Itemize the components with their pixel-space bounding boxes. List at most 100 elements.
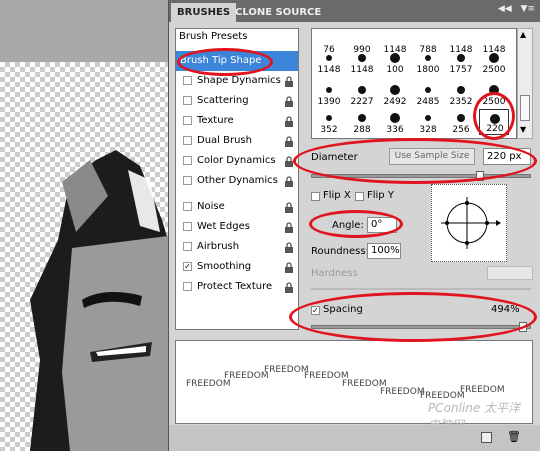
brush-tip[interactable]: 288 xyxy=(347,109,377,135)
option-checkbox[interactable] xyxy=(183,116,192,125)
brush-tip-size: 220 xyxy=(486,124,504,134)
delete-brush-icon[interactable]: 🗑 xyxy=(507,430,521,443)
brush-tip[interactable]: 1148 xyxy=(347,49,377,75)
lock-icon[interactable] xyxy=(284,135,294,147)
panel-menu-controls: ◀◀ ▼≡ xyxy=(498,4,535,14)
roundness-field[interactable]: 100% xyxy=(367,243,401,259)
brush-tip-icon xyxy=(422,84,434,96)
lock-icon[interactable] xyxy=(284,221,294,233)
brush-tip[interactable]: 2352 xyxy=(446,81,476,107)
sidebar-item-label: Shape Dynamics xyxy=(197,75,281,86)
brush-tip[interactable]: 256 xyxy=(446,109,476,135)
sidebar-item-texture[interactable]: Texture xyxy=(176,111,298,131)
new-brush-icon[interactable] xyxy=(481,432,492,443)
brush-tip-icon xyxy=(455,84,467,96)
brush-tip-grid: 76 990 1148 788 1148 1148 1148 1148 100 1800 1757 2… xyxy=(311,28,517,139)
sidebar-item-smoothing[interactable]: ✓ Smoothing xyxy=(176,257,298,277)
sidebar-item-protect-texture[interactable]: Protect Texture xyxy=(176,277,298,297)
lock-icon[interactable] xyxy=(284,281,294,293)
brush-tip-icon xyxy=(389,112,401,124)
lock-icon[interactable] xyxy=(284,155,294,167)
scroll-up-arrow-icon[interactable]: ▲ xyxy=(520,30,526,39)
option-checkbox[interactable] xyxy=(183,242,192,251)
flip-x-label: Flip X xyxy=(323,190,351,201)
sidebar-item-color-dynamics[interactable]: Color Dynamics xyxy=(176,151,298,171)
sidebar-item-label: Brush Tip Shape xyxy=(180,55,262,66)
sidebar-item-airbrush[interactable]: Airbrush xyxy=(176,237,298,257)
option-checkbox[interactable] xyxy=(183,202,192,211)
brush-tip[interactable]: 2492 xyxy=(380,81,410,107)
option-checkbox[interactable] xyxy=(183,136,192,145)
use-sample-size-button[interactable]: Use Sample Size xyxy=(389,148,475,165)
preview-stroke-word: FREEDOM xyxy=(224,371,269,381)
brush-tip[interactable]: 1390 xyxy=(314,81,344,107)
sidebar-item-wet-edges[interactable]: Wet Edges xyxy=(176,217,298,237)
flip-y-checkbox[interactable] xyxy=(355,192,364,201)
brush-tip-size: 328 xyxy=(419,125,437,135)
option-checkbox[interactable] xyxy=(183,282,192,291)
stroke-preview: FREEDOM FREEDOM FREEDOM FREEDOM FREEDOM … xyxy=(175,340,533,432)
roundness-label: Roundness: xyxy=(311,246,369,257)
option-checkbox[interactable] xyxy=(183,76,192,85)
lock-icon[interactable] xyxy=(284,261,294,273)
sidebar-item-brush-presets[interactable]: Brush Presets xyxy=(179,31,247,42)
brush-tip-scrollbar[interactable]: ▲ ▼ xyxy=(517,28,533,139)
flip-x-checkbox[interactable] xyxy=(311,192,320,201)
brush-tip-icon xyxy=(323,112,335,124)
lock-icon[interactable] xyxy=(284,75,294,87)
brush-tip[interactable]: 2227 xyxy=(347,81,377,107)
sidebar-item-label: Protect Texture xyxy=(197,281,273,292)
diameter-slider-thumb[interactable] xyxy=(476,171,485,181)
lock-icon[interactable] xyxy=(284,241,294,253)
sidebar-item-label: Color Dynamics xyxy=(197,155,276,166)
spacing-slider-thumb[interactable] xyxy=(518,322,527,332)
brush-tip[interactable]: 2500 xyxy=(479,49,509,75)
option-checkbox[interactable] xyxy=(183,222,192,231)
brush-tip[interactable]: 1800 xyxy=(413,49,443,75)
spacing-label: Spacing xyxy=(323,304,363,315)
option-checkbox[interactable]: ✓ xyxy=(183,262,192,271)
scrollbar-thumb[interactable] xyxy=(520,95,530,121)
angle-roundness-preview[interactable] xyxy=(431,184,507,262)
brush-tip[interactable]: 2500 xyxy=(479,81,509,107)
brush-tip[interactable]: 220 xyxy=(479,109,509,135)
panel-menu-icon[interactable]: ▼≡ xyxy=(521,4,535,14)
tab-clone-source[interactable]: CLONE SOURCE xyxy=(229,3,327,22)
brush-tip[interactable]: 2485 xyxy=(413,81,443,107)
spacing-slider-track[interactable] xyxy=(311,325,531,329)
sidebar-item-label: Texture xyxy=(197,115,234,126)
sidebar-item-noise[interactable]: Noise xyxy=(176,197,298,217)
brush-tip[interactable]: 1757 xyxy=(446,49,476,75)
option-checkbox[interactable] xyxy=(183,176,192,185)
lock-icon[interactable] xyxy=(284,95,294,107)
brush-tip[interactable]: 100 xyxy=(380,49,410,75)
photo-layer xyxy=(30,150,168,451)
diameter-slider-track[interactable] xyxy=(311,174,531,178)
tab-brushes[interactable]: BRUSHES xyxy=(171,3,237,22)
sidebar-item-dual-brush[interactable]: Dual Brush xyxy=(176,131,298,151)
document-canvas[interactable] xyxy=(0,0,168,451)
brushes-panel: BRUSHES CLONE SOURCE ◀◀ ▼≡ Brush Presets… xyxy=(168,0,540,451)
brush-tip[interactable]: 1148 xyxy=(314,49,344,75)
brush-tip-icon xyxy=(389,84,401,96)
collapse-icon[interactable]: ◀◀ xyxy=(498,4,512,14)
brush-tip-size: 1148 xyxy=(350,65,374,75)
sidebar-item-shape-dynamics[interactable]: Shape Dynamics xyxy=(176,71,298,91)
spacing-value[interactable]: 494% xyxy=(491,304,520,315)
lock-icon[interactable] xyxy=(284,201,294,213)
brush-tip[interactable]: 352 xyxy=(314,109,344,135)
diameter-field[interactable]: 220 px xyxy=(483,148,531,165)
brush-tip-icon xyxy=(356,112,368,124)
sidebar-item-brush-tip-shape[interactable]: Brush Tip Shape xyxy=(176,51,298,71)
brush-tip[interactable]: 336 xyxy=(380,109,410,135)
scroll-down-arrow-icon[interactable]: ▼ xyxy=(520,125,526,134)
angle-field[interactable]: 0° xyxy=(367,217,397,233)
sidebar-item-scattering[interactable]: Scattering xyxy=(176,91,298,111)
option-checkbox[interactable] xyxy=(183,156,192,165)
sidebar-item-other-dynamics[interactable]: Other Dynamics xyxy=(176,171,298,191)
lock-icon[interactable] xyxy=(284,175,294,187)
brush-tip[interactable]: 328 xyxy=(413,109,443,135)
lock-icon[interactable] xyxy=(284,115,294,127)
option-checkbox[interactable] xyxy=(183,96,192,105)
spacing-checkbox[interactable]: ✓ xyxy=(311,306,320,315)
